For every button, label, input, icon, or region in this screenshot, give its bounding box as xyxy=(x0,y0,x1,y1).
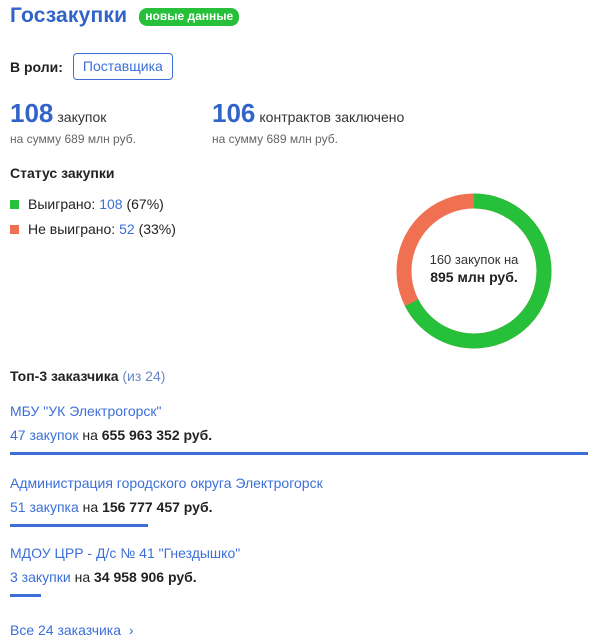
purchases-label: закупок xyxy=(57,109,107,125)
new-data-badge: новые данные xyxy=(139,8,240,26)
contracts-label: контрактов заключено xyxy=(259,109,405,125)
customer-info: 3 закупки на 34 958 906 руб. xyxy=(10,569,588,585)
customer-share-bar xyxy=(10,452,588,455)
purchases-sum: на сумму 689 млн руб. xyxy=(10,132,136,146)
customer-share-bar xyxy=(10,594,41,597)
customer-name-link[interactable]: МДОУ ЦРР - Д/с № 41 "Гнездышко" xyxy=(10,545,588,561)
status-lost-row: Не выиграно: 52 (33%) xyxy=(10,221,176,237)
customer-info: 51 закупка на 156 777 457 руб. xyxy=(10,499,588,515)
chevron-right-icon: › xyxy=(128,622,134,638)
purchases-stat: 108 закупок на сумму 689 млн руб. xyxy=(10,98,136,146)
purchases-number: 108 xyxy=(10,98,54,128)
customer-on-text: на xyxy=(74,569,91,585)
customer-item: МБУ "УК Электрогорск" 47 закупок на 655 … xyxy=(10,403,588,455)
contracts-number: 106 xyxy=(212,98,256,128)
customer-name-link[interactable]: Администрация городского округа Электрог… xyxy=(10,475,588,491)
donut-center-line2: 895 млн руб. xyxy=(430,269,518,285)
contracts-sum: на сумму 689 млн руб. xyxy=(212,132,338,146)
won-pct: (67%) xyxy=(126,196,164,212)
role-selector: В роли: Поставщика xyxy=(10,53,173,80)
won-label: Выиграно: xyxy=(28,196,96,212)
customer-on-text: на xyxy=(82,427,98,443)
lost-legend-square xyxy=(10,224,19,234)
page-title: Госзакупки xyxy=(10,4,128,27)
customer-item: Администрация городского округа Электрог… xyxy=(10,475,588,527)
donut-center-label: 160 закупок на 895 млн руб. xyxy=(395,252,553,285)
won-legend-square xyxy=(10,199,19,209)
customer-purchases-link[interactable]: 3 закупки xyxy=(10,569,71,585)
top-title-text: Топ-3 заказчика xyxy=(10,368,119,384)
customer-purchases-link[interactable]: 47 закупок xyxy=(10,427,78,443)
donut-center-line1: 160 закупок на xyxy=(429,252,519,267)
contracts-stat: 106 контрактов заключено на сумму 689 млн… xyxy=(212,98,404,146)
all-customers-label: Все 24 заказчика xyxy=(10,622,122,638)
customer-name-link[interactable]: МБУ "УК Электрогорск" xyxy=(10,403,588,419)
lost-count-link[interactable]: 52 xyxy=(119,221,135,237)
won-count-link[interactable]: 108 xyxy=(99,196,122,212)
role-supplier-button[interactable]: Поставщика xyxy=(72,53,173,80)
top-title-count: (из 24) xyxy=(122,368,166,384)
customer-share-bar xyxy=(10,524,149,527)
customer-purchases-link[interactable]: 51 закупка xyxy=(10,499,79,515)
customer-amount: 34 958 906 руб. xyxy=(94,569,197,585)
header: Госзакупки новые данные xyxy=(10,4,240,28)
customer-amount: 655 963 352 руб. xyxy=(101,427,213,443)
role-label: В роли: xyxy=(10,58,63,75)
customer-amount: 156 777 457 руб. xyxy=(102,499,213,515)
all-customers-link[interactable]: Все 24 заказчика › xyxy=(10,622,133,638)
status-won-row: Выиграно: 108 (67%) xyxy=(10,196,164,212)
customer-item: МДОУ ЦРР - Д/с № 41 "Гнездышко" 3 закупк… xyxy=(10,545,588,597)
lost-label: Не выиграно: xyxy=(28,221,116,237)
customer-info: 47 закупок на 655 963 352 руб. xyxy=(10,427,588,443)
top-customers-title: Топ-3 заказчика (из 24) xyxy=(10,368,165,384)
status-title: Статус закупки xyxy=(10,165,115,181)
customer-on-text: на xyxy=(82,499,99,515)
lost-pct: (33%) xyxy=(138,221,176,237)
